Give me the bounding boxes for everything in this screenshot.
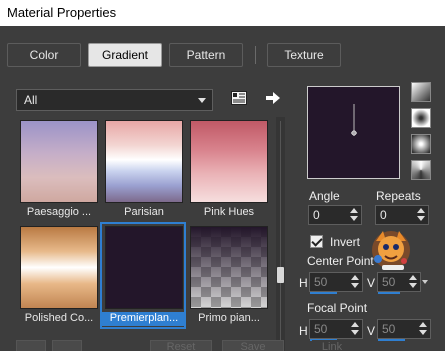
gradient-swatch <box>105 120 183 203</box>
rectangular-style-button[interactable] <box>411 108 431 128</box>
repeats-value: 0 <box>380 208 387 222</box>
center-v-label: V <box>367 276 376 290</box>
center-v-stepper[interactable] <box>408 274 418 290</box>
gallery-view-button[interactable] <box>229 88 249 108</box>
gradient-swatch <box>190 226 268 309</box>
angle-field[interactable]: 0 <box>308 205 362 225</box>
center-v-dropdown[interactable] <box>422 276 430 290</box>
center-h-label: H <box>299 276 308 290</box>
save-button[interactable]: Save <box>222 340 284 351</box>
gradient-preview[interactable] <box>307 86 400 179</box>
title-bar: Material Properties <box>0 0 445 26</box>
gradient-swatch <box>20 120 98 203</box>
gradient-tile[interactable]: Primo pian... <box>186 223 270 328</box>
gradient-tile[interactable]: Parisian <box>101 117 185 222</box>
gradient-direction-handle <box>351 104 357 136</box>
center-v-field[interactable]: 50 <box>377 272 428 294</box>
gradient-label: Parisian <box>124 206 164 218</box>
list-view-icon <box>231 91 247 105</box>
angle-stepper[interactable] <box>349 207 359 223</box>
gallery-scrollbar[interactable] <box>276 117 285 351</box>
scrollbar-track <box>280 121 281 347</box>
tab-separator <box>255 46 256 64</box>
focal-h-stepper[interactable] <box>350 321 360 337</box>
gradient-swatch <box>190 120 268 203</box>
gradient-label: Polished Co... <box>24 312 94 324</box>
repeats-field[interactable]: 0 <box>375 205 429 225</box>
window-title: Material Properties <box>7 5 117 20</box>
center-v-value: 50 <box>382 275 396 289</box>
gradient-label: Premierplan... <box>102 312 186 326</box>
tab-gradient[interactable]: Gradient <box>88 43 162 67</box>
gradient-label: Paesaggio ... <box>26 206 92 218</box>
sunburst-style-button[interactable] <box>411 160 431 180</box>
category-dropdown[interactable]: All <box>16 89 213 111</box>
radial-style-button[interactable] <box>411 134 431 154</box>
angle-label: Angle <box>309 189 340 203</box>
arrow-right-icon <box>266 92 280 104</box>
focal-v-label: V <box>367 324 376 338</box>
focal-h-field[interactable]: 50 <box>309 319 363 341</box>
gradient-gallery: Paesaggio ... Parisian Pink Hues Polishe… <box>16 117 274 351</box>
repeats-label: Repeats <box>376 189 421 203</box>
link-checkbox-label[interactable]: Link <box>312 340 352 351</box>
focal-v-field[interactable]: 50 <box>377 319 431 341</box>
center-h-value: 50 <box>314 275 328 289</box>
gradient-label: Primo pian... <box>198 312 260 324</box>
focal-v-stepper[interactable] <box>418 321 428 337</box>
scrollbar-thumb[interactable] <box>277 267 284 283</box>
gradient-swatch <box>20 226 98 309</box>
watermark-logo <box>372 231 410 270</box>
focal-v-bar <box>378 339 405 341</box>
more-options-button[interactable] <box>263 88 283 108</box>
tab-texture[interactable]: Texture <box>267 43 341 67</box>
invert-checkbox[interactable] <box>310 235 323 248</box>
tab-pattern[interactable]: Pattern <box>169 43 243 67</box>
chevron-down-icon <box>198 98 206 103</box>
focal-v-value: 50 <box>382 322 396 336</box>
remove-button[interactable] <box>52 340 82 351</box>
focal-h-label: H <box>299 324 308 338</box>
focal-h-value: 50 <box>314 322 328 336</box>
gradient-swatch <box>105 226 183 309</box>
category-dropdown-value: All <box>24 93 38 107</box>
center-h-bar <box>310 292 337 294</box>
focal-point-label: Focal Point <box>307 301 368 315</box>
center-v-bar <box>378 292 400 294</box>
add-button[interactable] <box>16 340 46 351</box>
linear-style-button[interactable] <box>411 82 431 102</box>
repeats-stepper[interactable] <box>416 207 426 223</box>
gradient-tile[interactable]: Paesaggio ... <box>16 117 100 222</box>
tab-color[interactable]: Color <box>7 43 81 67</box>
gradient-tile[interactable]: Pink Hues <box>186 117 270 222</box>
center-point-label: Center Point <box>307 254 374 268</box>
gradient-label: Pink Hues <box>203 206 255 218</box>
angle-value: 0 <box>313 208 320 222</box>
gradient-tile[interactable]: Polished Co... <box>16 223 100 328</box>
gradient-tile-selected[interactable]: Premierplan... <box>100 222 186 329</box>
invert-label: Invert <box>330 235 361 249</box>
center-h-field[interactable]: 50 <box>309 272 363 294</box>
reset-button[interactable]: Reset <box>150 340 212 351</box>
center-h-stepper[interactable] <box>350 274 360 290</box>
